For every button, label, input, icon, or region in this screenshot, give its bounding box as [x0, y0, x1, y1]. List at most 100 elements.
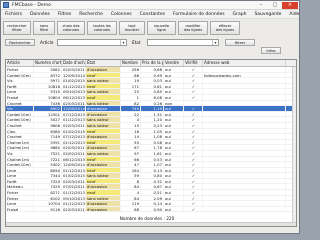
date-cell[interactable]: 09/10/2013 — [62, 195, 86, 201]
verifie-cell[interactable]: ✓ — [184, 167, 203, 173]
date-cell[interactable]: 01/02/2015 — [62, 128, 86, 134]
etat-cell[interactable]: d'occasion — [86, 201, 121, 206]
nombre-cell[interactable]: 119 — [121, 201, 141, 206]
vendre-cell[interactable]: oui — [164, 156, 184, 162]
etat-cell[interactable]: sans valeur — [86, 117, 121, 122]
data-table[interactable]: Article Numéro d'article Date d'achat Ét… — [5, 59, 297, 227]
vendre-cell[interactable]: non — [164, 100, 184, 106]
column-header[interactable]: Vérifié — [184, 60, 203, 66]
column-header[interactable]: Prix de la p... — [141, 60, 164, 66]
numero-cell[interactable]: 5402 — [34, 162, 62, 167]
prix-cell[interactable]: 0,85 — [141, 89, 164, 94]
prix-cell[interactable]: 0,14 — [141, 201, 164, 206]
article-cell[interactable]: Marteau — [6, 184, 34, 190]
date-cell[interactable]: 06/12/2013 — [62, 156, 86, 162]
article-cell[interactable]: Forêt — [6, 178, 34, 184]
etat-cell[interactable]: neuf — [86, 128, 121, 134]
numero-cell[interactable]: 7521 — [34, 150, 62, 156]
chevron-down-icon[interactable]: ▾ — [212, 40, 218, 45]
etat-filter-select[interactable]: ▾ — [147, 39, 219, 46]
numero-cell[interactable]: 9880 — [34, 145, 62, 150]
prix-cell[interactable]: 0,03 — [141, 78, 164, 83]
date-cell[interactable]: 02/03/2011 — [62, 145, 86, 150]
article-cell[interactable]: Ficher — [6, 190, 34, 195]
etat-cell[interactable]: neuf — [86, 190, 121, 195]
article-cell[interactable]: Cordel(10m) — [6, 162, 34, 167]
adresse-cell[interactable] — [203, 178, 286, 184]
vendre-cell[interactable]: oui — [164, 72, 184, 78]
verifie-cell[interactable]: ✓ — [184, 190, 203, 195]
adresse-cell[interactable] — [203, 195, 286, 201]
vendre-cell[interactable]: oui — [164, 83, 184, 89]
vendre-cell[interactable]: oui — [164, 184, 184, 190]
article-cell[interactable]: Ficher — [6, 195, 34, 201]
article-cell[interactable]: Fraisé — [6, 94, 34, 100]
nombre-cell[interactable]: 15 — [121, 122, 141, 128]
etat-cell[interactable]: sans valeur — [86, 150, 121, 156]
article-cell[interactable]: Ficher — [6, 67, 34, 72]
column-header[interactable]: Numéro d'article — [34, 60, 62, 66]
numero-cell[interactable]: 9116 — [34, 206, 62, 212]
nombre-cell[interactable]: 256 — [121, 67, 141, 72]
adresse-cell[interactable] — [203, 139, 286, 145]
numero-cell[interactable]: 8902 — [34, 106, 62, 111]
adresse-cell[interactable] — [203, 67, 286, 72]
article-cell[interactable]: Crochet — [6, 122, 34, 128]
date-cell[interactable]: 01/12/2013 — [62, 167, 86, 173]
nombre-cell[interactable]: 171 — [121, 83, 141, 89]
menu-aide[interactable]: Aide — [285, 12, 303, 17]
verifie-cell[interactable]: ✓ — [184, 206, 203, 212]
rechercher-filtrer-button[interactable]: rechercher filtrer — [3, 21, 31, 35]
vendre-cell[interactable]: oui — [164, 201, 184, 206]
date-cell[interactable]: 09/10/2013 — [62, 89, 86, 94]
prix-cell[interactable]: 0,13 — [141, 167, 164, 173]
verifie-cell[interactable]: ✓ — [184, 106, 203, 111]
verifie-cell[interactable]: ✓ — [184, 122, 203, 128]
table-row[interactable]: Fraisé 9116 02/03/2011 d'occasion 68 0,90 oui ✓ — [6, 206, 296, 213]
adresse-cell[interactable] — [203, 184, 286, 190]
nombre-cell[interactable]: 67 — [121, 145, 141, 150]
prix-cell[interactable]: 0,08 — [141, 139, 164, 145]
prix-cell[interactable]: 6,08 — [141, 94, 164, 100]
article-cell[interactable]: Cordel(10m) — [6, 111, 34, 117]
prix-cell[interactable]: 0,53 — [141, 156, 164, 162]
date-cell[interactable]: 01/02/2015 — [62, 173, 86, 178]
article-cell[interactable]: Crochet — [6, 134, 34, 139]
article-cell[interactable]: Vis — [6, 150, 34, 156]
modifier-lignes-button[interactable]: modifier des lignes — [178, 21, 208, 35]
vendre-cell[interactable]: oui — [164, 139, 184, 145]
menu-filtres[interactable]: Filtres — [54, 12, 75, 17]
column-header[interactable]: Nombre — [121, 60, 141, 66]
etat-cell[interactable]: d'occasion — [86, 184, 121, 190]
numero-cell[interactable]: 8372 — [34, 72, 62, 78]
numero-cell[interactable]: 10818 — [34, 83, 62, 89]
numero-cell[interactable]: 7429 — [34, 184, 62, 190]
nombre-cell[interactable]: 84 — [121, 195, 141, 201]
verifie-cell[interactable]: ✓ — [184, 201, 203, 206]
toutes-colonnes-button[interactable]: toutes les colonnes — [87, 21, 117, 35]
date-cell[interactable]: 02/02/2011 — [62, 150, 86, 156]
date-cell[interactable]: 02/03/2011 — [62, 122, 86, 128]
numero-cell[interactable]: 6380 — [34, 128, 62, 134]
etat-cell[interactable]: d'occasion — [86, 106, 121, 111]
menu-constantes[interactable]: Constantes — [136, 12, 169, 17]
date-cell[interactable]: 02/03/2011 — [62, 178, 86, 184]
article-cell[interactable]: Lime — [6, 167, 34, 173]
vendre-cell[interactable]: oui — [164, 150, 184, 156]
etat-cell[interactable]: sans valeur — [86, 89, 121, 94]
prix-cell[interactable]: 2,09 — [141, 195, 164, 201]
numero-cell[interactable]: 9606 — [34, 122, 62, 128]
verifie-cell[interactable]: ✓ — [184, 128, 203, 134]
adresse-cell[interactable] — [203, 206, 286, 212]
etat-cell[interactable]: neuf — [86, 178, 121, 184]
etat-cell[interactable]: neuf — [86, 72, 121, 78]
etat-cell[interactable]: d'occasion — [86, 162, 121, 167]
vendre-cell[interactable]: oui — [164, 195, 184, 201]
tout-montrer-button[interactable]: tout montrer — [119, 21, 145, 35]
nombre-cell[interactable]: 84 — [121, 184, 141, 190]
verifie-cell[interactable]: ✓ — [184, 139, 203, 145]
etat-cell[interactable]: d'occasion — [86, 111, 121, 117]
date-cell[interactable]: 06/12/2013 — [62, 94, 86, 100]
verifie-cell[interactable]: ✓ — [184, 78, 203, 83]
vendre-cell[interactable]: oui — [164, 134, 184, 139]
